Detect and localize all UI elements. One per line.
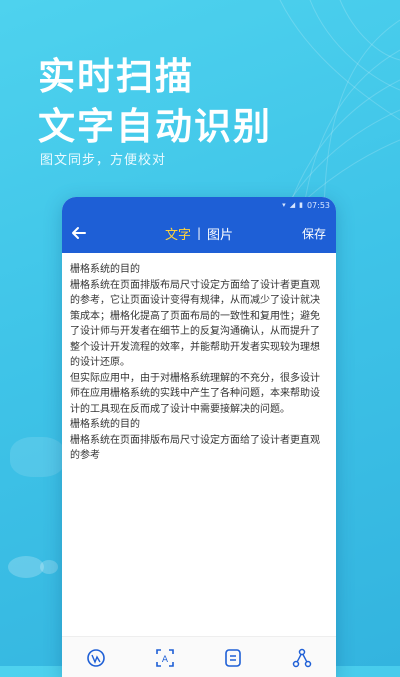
- promo-subtitle: 图文同步，方便校对: [40, 153, 167, 168]
- headline-line-1: 实时扫描: [38, 55, 194, 98]
- view-tabs: 文字 | 图片: [62, 213, 336, 253]
- signal-icon: ◢: [289, 201, 296, 209]
- headline-line-2: 文字自动识别: [38, 105, 272, 148]
- background-bubble: [8, 556, 44, 578]
- tab-separator: |: [196, 226, 202, 240]
- svg-text:A: A: [162, 655, 169, 665]
- bottom-toolbar: A: [62, 636, 336, 677]
- tab-image[interactable]: 图片: [207, 224, 233, 243]
- recognized-text[interactable]: 栅格系统的目的 栅格系统在页面排版布局尺寸设定方面给了设计者更直观的参考，它让页…: [62, 253, 336, 636]
- tab-text[interactable]: 文字: [165, 224, 191, 243]
- phone-mockup: ▾ ◢ ▮ 07:53 文字 | 图片 保存 栅格系统的目的 栅格系统在页面排版…: [62, 197, 336, 677]
- save-button[interactable]: 保存: [302, 225, 326, 242]
- promo-headline: 实时扫描 文字自动识别: [38, 52, 272, 152]
- wifi-icon: ▾: [282, 201, 286, 209]
- battery-icon: ▮: [299, 201, 303, 209]
- app-bar: 文字 | 图片 保存: [62, 213, 336, 253]
- background-shape: [10, 437, 65, 477]
- background-bubble: [40, 560, 58, 574]
- status-bar: ▾ ◢ ▮ 07:53: [62, 197, 336, 213]
- status-time: 07:53: [306, 200, 330, 210]
